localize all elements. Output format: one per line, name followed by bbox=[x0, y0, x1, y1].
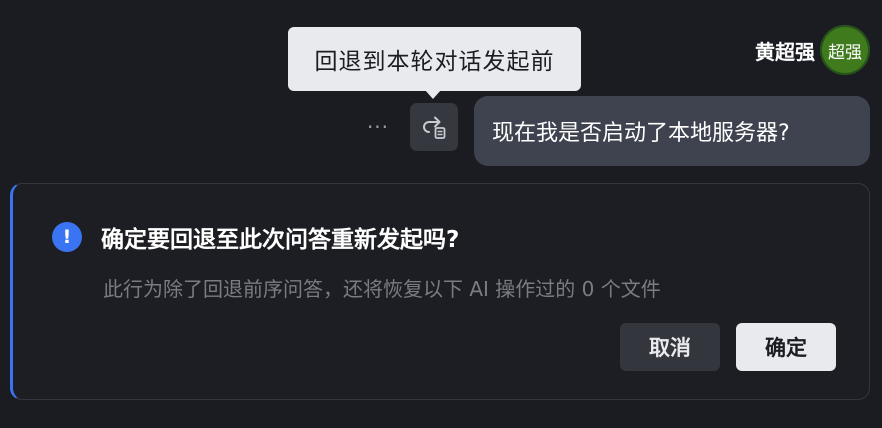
rollback-icon bbox=[423, 116, 446, 139]
avatar-text: 超强 bbox=[828, 42, 862, 63]
rollback-button[interactable] bbox=[410, 103, 458, 151]
user-message-bubble: 现在我是否启动了本地服务器? bbox=[474, 96, 870, 166]
tooltip-arrow bbox=[425, 90, 441, 99]
avatar[interactable]: 超强 bbox=[820, 25, 870, 75]
alert-icon-glyph: ! bbox=[62, 226, 72, 248]
message-text: 现在我是否启动了本地服务器? bbox=[492, 121, 790, 146]
tooltip-text: 回退到本轮对话发起前 bbox=[314, 49, 555, 75]
confirm-button[interactable]: 确定 bbox=[736, 323, 836, 371]
more-label: ··· bbox=[366, 115, 390, 139]
user-name: 黄超强 bbox=[755, 40, 815, 64]
confirm-description: 此行为除了回退前序问答，还将恢复以下 AI 操作过的 0 个文件 bbox=[103, 277, 661, 301]
confirm-title: 确定要回退至此次问答重新发起吗? bbox=[101, 227, 460, 253]
ellipsis-icon[interactable]: ··· bbox=[364, 113, 392, 141]
exclamation-circle-icon: ! bbox=[52, 222, 82, 252]
cancel-button[interactable]: 取消 bbox=[620, 323, 720, 371]
rollback-confirm-panel: ! 确定要回退至此次问答重新发起吗? 此行为除了回退前序问答，还将恢复以下 AI… bbox=[10, 183, 870, 400]
rollback-tooltip: 回退到本轮对话发起前 bbox=[288, 27, 581, 91]
